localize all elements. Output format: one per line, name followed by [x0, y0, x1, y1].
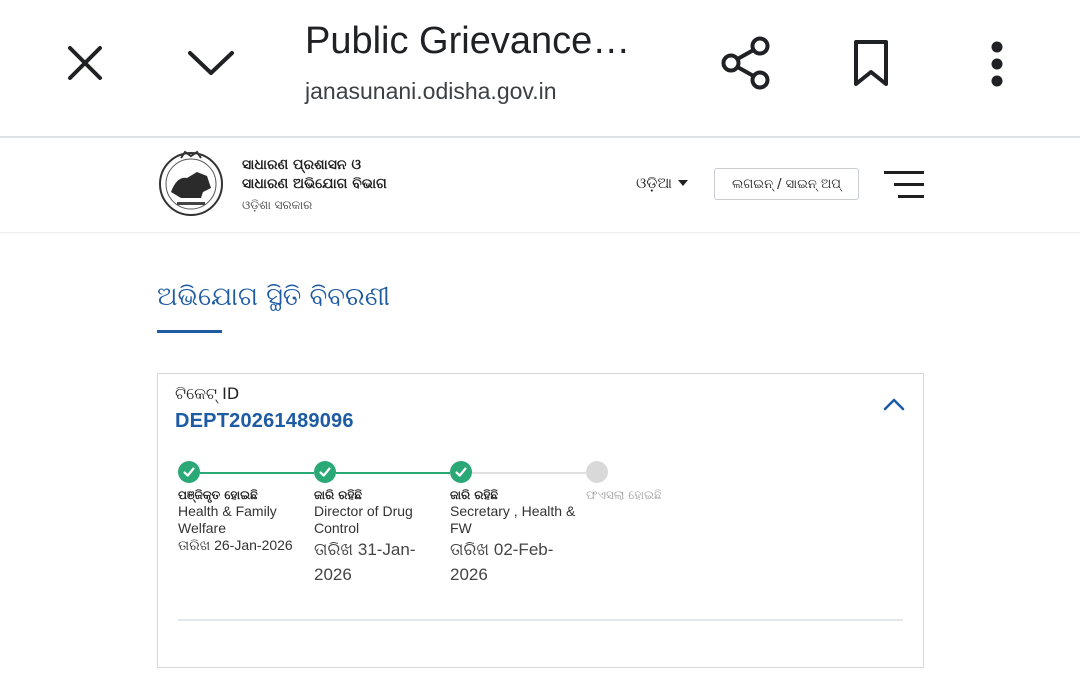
bookmark-button[interactable] [846, 36, 896, 90]
date-prefix: ତାରିଖ [178, 537, 211, 553]
more-vert-icon [991, 41, 1003, 87]
ticket-id-value: DEPT20261489096 [175, 410, 354, 432]
check-icon [455, 467, 467, 477]
browser-page-title: Public Grievance… [305, 20, 631, 62]
menu-button[interactable] [884, 170, 924, 200]
ticket-id-label: ଟିକେଟ୍ ID [175, 384, 240, 403]
step-office: Health & Family Welfare [178, 503, 277, 536]
step-status: ପଞ୍ଜିକୃତ ହୋଇଛି [178, 488, 258, 502]
step-status: ଜାରି ରହିଛି [450, 488, 499, 502]
dept-line-1: ସାଧାରଣ ପ୍ରଶାସନ ଓ [242, 157, 362, 173]
card-divider [178, 619, 903, 621]
language-selector[interactable]: ଓଡ଼ିଆ [636, 174, 688, 192]
check-icon [183, 467, 195, 477]
government-name: ଓଡ଼ିଶା ସରକାର [242, 198, 313, 212]
minimize-button[interactable] [183, 42, 239, 82]
timeline-step: ଜାରି ରହିଛି Director of Drug Control ତାରି… [314, 461, 444, 587]
browser-toolbar: Public Grievance… janasunani.odisha.gov.… [0, 0, 1080, 138]
share-icon [721, 36, 770, 90]
dept-line-2: ସାଧାରଣ ଅଭିଯୋଗ ବିଭାଗ [242, 176, 387, 192]
login-signup-button[interactable]: ଲଗଇନ୍ / ସାଇନ୍ ଅପ୍ [714, 168, 859, 200]
timeline-step: ଫଏସଲା ହୋଇଛି [586, 461, 716, 503]
site-header: ସାଧାରଣ ପ୍ରଶାସନ ଓ ସାଧାରଣ ଅଭିଯୋଗ ବିଭାଗ ଓଡ଼… [0, 138, 1080, 233]
caret-down-icon [677, 180, 688, 186]
step-date: ତାରିଖ 31-Jan-2026 [314, 537, 444, 587]
department-name: ସାଧାରଣ ପ୍ରଶାସନ ଓ ସାଧାରଣ ଅଭିଯୋଗ ବିଭାଗ ଓଡ଼… [242, 156, 387, 215]
date-prefix: ତାରିଖ [450, 540, 490, 559]
close-button[interactable] [60, 40, 110, 86]
emblem-logo[interactable] [157, 148, 225, 218]
timeline-step: ଜାରି ରହିଛି Secretary , Health & FW ତାରିଖ… [450, 461, 580, 587]
menu-icon [884, 171, 924, 198]
ticket-status-card: ଟିକେଟ୍ ID DEPT20261489096 ପଞ୍ଜିକୃତ ହୋଇଛି… [157, 373, 924, 668]
bookmark-icon [854, 40, 888, 86]
step-office: Secretary , Health & FW [450, 503, 576, 536]
share-button[interactable] [718, 34, 774, 92]
date-value: 26-Jan-2026 [214, 537, 293, 553]
chevron-up-icon [883, 398, 905, 411]
step-completed-indicator [178, 461, 200, 483]
language-label: ଓଡ଼ିଆ [636, 174, 672, 192]
date-prefix: ତାରିଖ [314, 540, 354, 559]
collapse-button[interactable] [882, 394, 906, 414]
step-office: Director of Drug Control [314, 503, 413, 536]
check-icon [319, 467, 331, 477]
title-underline [157, 330, 222, 333]
browser-url: janasunani.odisha.gov.in [305, 78, 557, 104]
step-pending-indicator [586, 461, 608, 483]
step-completed-indicator [450, 461, 472, 483]
close-icon [68, 46, 102, 80]
timeline-step: ପଞ୍ଜିକୃତ ହୋଇଛି Health & Family Welfare ତ… [178, 461, 308, 554]
step-date: ତାରିଖ 02-Feb-2026 [450, 537, 580, 587]
chevron-down-icon [188, 51, 234, 75]
step-status: ଫଏସଲା ହୋଇଛି [586, 488, 662, 502]
step-date: ତାରିଖ 26-Jan-2026 [178, 537, 308, 554]
step-status: ଜାରି ରହିଛି [314, 488, 363, 502]
more-options-button[interactable] [980, 38, 1014, 90]
page-title: ଅଭିଯୋଗ ସ୍ଥିତି ବିବରଣୀ [157, 282, 391, 312]
step-completed-indicator [314, 461, 336, 483]
